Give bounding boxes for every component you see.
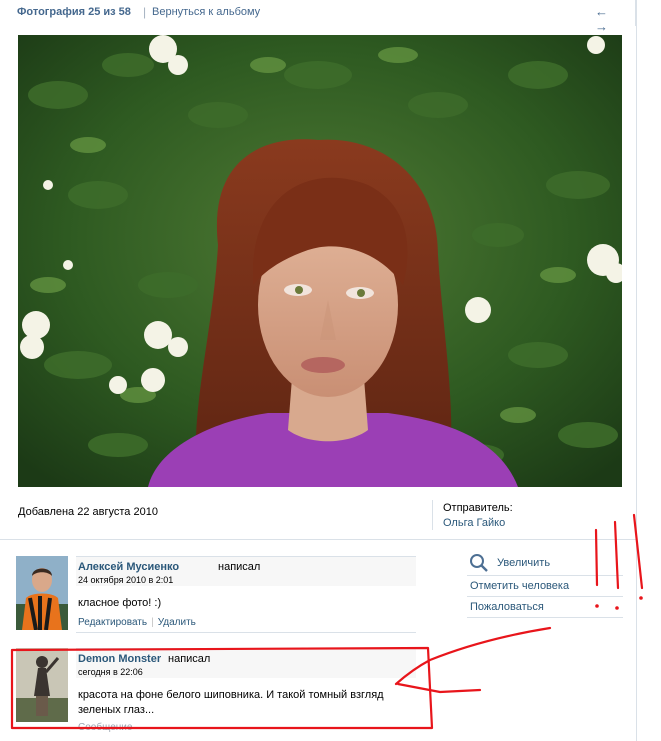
comment-date: сегодня в 22:06: [78, 667, 143, 677]
comment-header: Demon Monster написал сегодня в 22:06: [76, 648, 416, 678]
action-separator: |: [151, 617, 154, 628]
sender-name-link[interactable]: Ольга Гайко: [443, 517, 505, 529]
photo-header: Фотография 25 из 58 | Вернуться к альбом…: [0, 0, 636, 34]
comment-wrote-label: написал: [218, 561, 261, 573]
message-link[interactable]: Сообщение: [78, 722, 132, 733]
sender-label: Отправитель:: [443, 502, 513, 514]
avatar[interactable]: [16, 556, 68, 630]
report-link[interactable]: Пожаловаться: [467, 597, 623, 618]
avatar[interactable]: [16, 648, 68, 722]
header-separator: |: [143, 5, 147, 19]
comment-item: Demon Monster написал сегодня в 22:06 кр…: [16, 648, 418, 741]
comment-author-link[interactable]: Demon Monster: [78, 653, 161, 665]
page-frame-line: [636, 0, 637, 741]
added-date: Добавлена 22 августа 2010: [18, 506, 158, 518]
prev-next-arrows[interactable]: ← →: [595, 4, 635, 34]
zoom-label: Увеличить: [497, 557, 551, 569]
zoom-button[interactable]: Увеличить: [467, 550, 623, 576]
info-divider: [432, 500, 433, 530]
back-to-album-link[interactable]: Вернуться к альбому: [152, 6, 260, 18]
comment-text: класное фото! :): [78, 597, 162, 609]
arrow-line: [394, 626, 552, 686]
comment-author-link[interactable]: Алексей Мусиенко: [78, 561, 179, 573]
comment-actions: Сообщение: [78, 722, 132, 733]
avatar-image: [16, 556, 68, 630]
delete-comment-link[interactable]: Удалить: [158, 617, 196, 628]
comment-item: Алексей Мусиенко написал 24 октября 2010…: [16, 556, 418, 634]
edit-comment-link[interactable]: Редактировать: [78, 617, 147, 628]
portrait-photo-illustration: [18, 35, 622, 487]
main-photo[interactable]: [18, 35, 622, 487]
comment-text: красота на фоне белого шиповника. И тако…: [78, 689, 384, 716]
comment-actions: Редактировать | Удалить: [78, 617, 196, 628]
comment-header: Алексей Мусиенко написал 24 октября 2010…: [76, 556, 416, 586]
photo-info-row: Добавлена 22 августа 2010 Отправитель: О…: [0, 488, 636, 540]
photo-side-actions: Увеличить Отметить человека Пожаловаться: [467, 550, 623, 618]
comment-date: 24 октября 2010 в 2:01: [78, 575, 174, 585]
magnifier-icon: [469, 553, 489, 573]
photo-counter-title: Фотография 25 из 58: [17, 6, 131, 18]
comment-wrote-label: написал: [168, 653, 211, 665]
avatar-image: [16, 648, 68, 722]
comment-divider: [76, 632, 416, 633]
tag-person-link[interactable]: Отметить человека: [467, 576, 623, 597]
